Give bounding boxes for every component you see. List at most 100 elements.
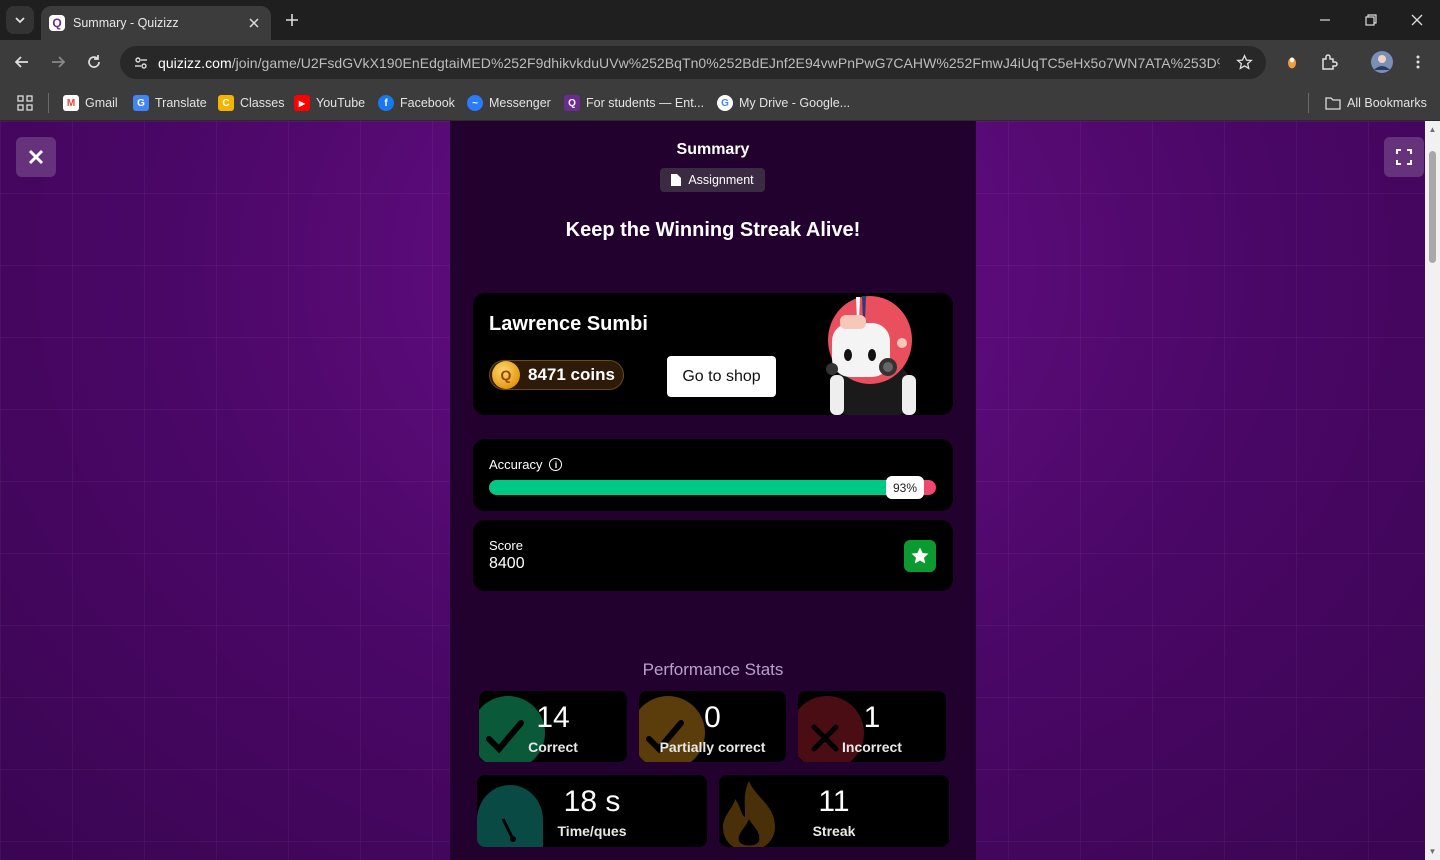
bookmark-label: Classes bbox=[240, 96, 285, 110]
streak-value: 11 bbox=[818, 785, 850, 818]
partial-count: 0 bbox=[704, 701, 721, 734]
browser-tab-active[interactable]: Q Summary - Quizizz bbox=[41, 6, 271, 40]
scrollbar-thumb[interactable] bbox=[1429, 151, 1436, 263]
translate-icon: G bbox=[133, 95, 149, 111]
star-icon bbox=[904, 540, 936, 572]
stat-incorrect: 1 Incorrect bbox=[798, 691, 946, 762]
stat-time-per-question: 18 s Time/ques bbox=[477, 775, 707, 847]
accuracy-label-row: Accuracy i bbox=[489, 457, 563, 472]
bookmark-my-drive[interactable]: G My Drive - Google... bbox=[717, 92, 850, 114]
assignment-badge: Assignment bbox=[660, 168, 765, 192]
all-bookmarks-button[interactable]: All Bookmarks bbox=[1325, 92, 1427, 114]
bookmarks-divider bbox=[1308, 93, 1309, 113]
minimize-button[interactable] bbox=[1302, 0, 1348, 40]
player-card: Lawrence Sumbi Q 8471 coins Go to shop bbox=[473, 293, 953, 415]
bookmark-gmail[interactable]: M Gmail bbox=[63, 92, 118, 114]
site-info-icon[interactable] bbox=[128, 50, 154, 76]
address-bar[interactable]: quizizz.com/join/game/U2FsdGVkX190EnEdgt… bbox=[120, 46, 1266, 79]
plus-icon bbox=[286, 14, 298, 26]
bookmark-label: YouTube bbox=[316, 96, 366, 110]
fullscreen-icon bbox=[1396, 149, 1412, 165]
browser-tabbar: Q Summary - Quizizz bbox=[0, 0, 1440, 40]
arrow-right-icon bbox=[52, 56, 66, 68]
go-to-shop-button[interactable]: Go to shop bbox=[667, 356, 776, 397]
profile-avatar-icon[interactable] bbox=[1368, 48, 1396, 76]
browser-toolbar: quizizz.com/join/game/U2FsdGVkX190EnEdgt… bbox=[0, 40, 1440, 85]
bookmark-classes[interactable]: C Classes bbox=[218, 92, 284, 114]
coin-icon: Q bbox=[492, 361, 520, 389]
bookmark-label: Facebook bbox=[400, 96, 455, 110]
coins-badge: Q 8471 coins bbox=[489, 360, 624, 390]
messenger-icon: ~ bbox=[467, 95, 483, 111]
bookmark-star-icon[interactable] bbox=[1232, 50, 1256, 74]
accuracy-card: Accuracy i 93% bbox=[473, 439, 953, 511]
close-window-button[interactable] bbox=[1394, 0, 1440, 40]
headline: Keep the Winning Streak Alive! bbox=[565, 219, 861, 241]
accuracy-bar bbox=[489, 480, 936, 495]
extensions-puzzle-icon[interactable] bbox=[1315, 48, 1343, 76]
new-tab-button[interactable] bbox=[280, 8, 304, 32]
accuracy-bar-fill bbox=[489, 480, 905, 495]
fullscreen-button[interactable] bbox=[1384, 137, 1424, 177]
coins-count: 8471 coins bbox=[528, 365, 615, 384]
bookmark-label: My Drive - Google... bbox=[739, 96, 851, 110]
forward-button[interactable] bbox=[44, 48, 72, 76]
scroll-up-icon[interactable]: ▲ bbox=[1428, 125, 1437, 134]
page-scrollbar[interactable]: ▲ ▼ bbox=[1425, 121, 1440, 860]
stat-streak: 11 Streak bbox=[719, 775, 949, 847]
incorrect-label: Incorrect bbox=[842, 739, 902, 755]
apps-grid-icon[interactable] bbox=[17, 92, 33, 114]
bookmark-label: Messenger bbox=[489, 96, 551, 110]
reload-button[interactable] bbox=[80, 48, 108, 76]
player-name: Lawrence Sumbi bbox=[489, 313, 648, 335]
bookmark-label: Gmail bbox=[85, 96, 118, 110]
minimize-icon bbox=[1320, 19, 1330, 21]
page-title: Summary bbox=[676, 141, 750, 158]
back-button[interactable] bbox=[8, 48, 36, 76]
performance-stats-title: Performance Stats bbox=[642, 660, 784, 679]
correct-count: 14 bbox=[536, 701, 570, 734]
tab-search-button[interactable] bbox=[6, 6, 34, 34]
youtube-icon: ▶ bbox=[294, 95, 310, 111]
stat-correct: 14 Correct bbox=[479, 691, 627, 762]
player-avatar bbox=[826, 296, 916, 415]
score-value: 8400 bbox=[489, 555, 525, 572]
bookmark-label: Translate bbox=[155, 96, 207, 110]
bookmarks-divider bbox=[48, 93, 49, 113]
bookmark-messenger[interactable]: ~ Messenger bbox=[467, 92, 551, 114]
close-icon bbox=[1411, 14, 1423, 26]
restore-button[interactable] bbox=[1348, 0, 1394, 40]
partial-label: Partially correct bbox=[659, 739, 766, 755]
document-icon bbox=[671, 174, 682, 186]
bookmark-youtube[interactable]: ▶ YouTube bbox=[294, 92, 365, 114]
bookmark-for-students[interactable]: Q For students — Ent... bbox=[564, 92, 704, 114]
quiz-summary-page: Summary Assignment Keep the Winning Stre… bbox=[0, 121, 1425, 860]
bookmark-facebook[interactable]: f Facebook bbox=[378, 92, 455, 114]
gmail-icon: M bbox=[63, 95, 79, 111]
streak-label: Streak bbox=[812, 823, 856, 839]
bookmark-translate[interactable]: G Translate bbox=[133, 92, 207, 114]
scroll-down-icon[interactable]: ▼ bbox=[1428, 847, 1437, 856]
bookmarks-bar: M Gmail G Translate C Classes ▶ YouTube … bbox=[0, 85, 1440, 121]
stat-partially-correct: 0 Partially correct bbox=[639, 691, 786, 762]
time-value: 18 s bbox=[563, 785, 621, 818]
chevron-down-icon bbox=[15, 17, 25, 24]
summary-panel: Summary Assignment Keep the Winning Stre… bbox=[450, 121, 976, 860]
time-label: Time/ques bbox=[557, 823, 627, 839]
classroom-icon: C bbox=[218, 95, 234, 111]
browser-menu-icon[interactable] bbox=[1404, 48, 1432, 76]
tab-title: Summary - Quizizz bbox=[73, 16, 179, 30]
restore-icon bbox=[1365, 14, 1377, 26]
reload-icon bbox=[88, 55, 100, 68]
arrow-left-icon bbox=[14, 56, 28, 68]
tab-close-icon[interactable] bbox=[245, 14, 263, 32]
google-icon: G bbox=[717, 95, 733, 111]
folder-icon bbox=[1325, 97, 1341, 110]
facebook-icon: f bbox=[378, 95, 394, 111]
all-bookmarks-label: All Bookmarks bbox=[1347, 96, 1427, 110]
url-text[interactable]: quizizz.com/join/game/U2FsdGVkX190EnEdgt… bbox=[158, 55, 1220, 71]
incorrect-count: 1 bbox=[863, 701, 881, 734]
close-summary-button[interactable] bbox=[16, 137, 56, 177]
info-icon[interactable]: i bbox=[549, 458, 563, 471]
extension-orange-icon[interactable] bbox=[1278, 48, 1306, 76]
